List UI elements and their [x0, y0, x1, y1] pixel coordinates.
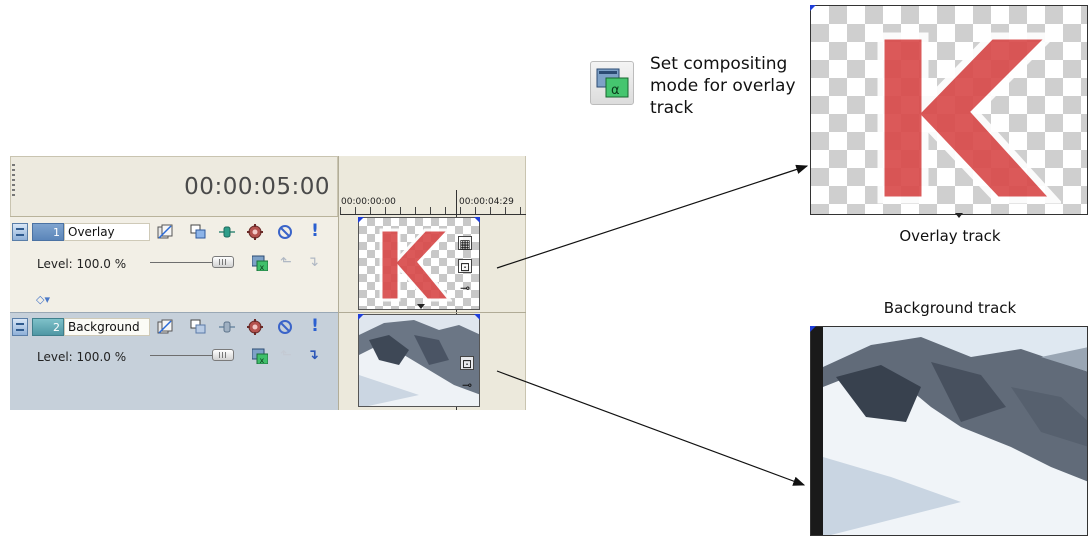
background-track-preview [810, 326, 1088, 536]
arrow-to-background-preview [496, 370, 806, 486]
background-track-caption: Background track [883, 299, 1017, 317]
overlay-track-caption: Overlay track [899, 227, 1001, 245]
background-mountain-large [811, 327, 1087, 535]
overlay-track-preview [810, 5, 1088, 215]
overlay-letter-large [877, 32, 1061, 204]
preview-center-marker [955, 213, 963, 218]
arrow-to-overlay-preview [496, 164, 809, 269]
preview-corner-marker [810, 5, 816, 11]
preview-corner-marker [810, 326, 816, 332]
